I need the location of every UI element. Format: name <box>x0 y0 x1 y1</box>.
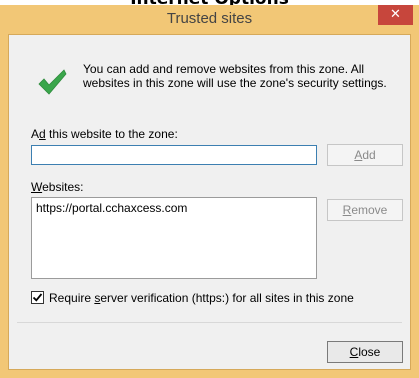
green-checkmark-icon <box>38 69 67 95</box>
require-verification-label[interactable]: Require server verification (https:) for… <box>49 291 354 305</box>
remove-button-accel: R <box>342 203 352 217</box>
add-button-rest: dd <box>362 148 376 162</box>
require-verification-label-after: erver verification (https:) for all site… <box>100 291 354 305</box>
close-icon: ✕ <box>390 7 401 22</box>
close-button[interactable]: Close <box>327 341 403 363</box>
trusted-sites-dialog: Trusted sites ✕ You can add and remove w… <box>0 5 419 378</box>
dialog-content: You can add and remove websites from thi… <box>8 34 411 370</box>
remove-button-rest: emove <box>351 203 388 217</box>
checkmark-icon <box>32 293 43 302</box>
zone-info-text: You can add and remove websites from thi… <box>83 62 387 90</box>
websites-label: Websites: <box>31 180 83 194</box>
add-website-label-rest: this website to the zone: <box>45 127 178 141</box>
websites-label-rest: ebsites: <box>42 180 84 194</box>
remove-button[interactable]: Remove <box>327 199 403 221</box>
close-window-button[interactable]: ✕ <box>378 5 413 25</box>
websites-label-accel: W <box>31 180 43 194</box>
require-verification-label-before: Require <box>49 291 95 305</box>
add-button[interactable]: Add <box>327 144 403 166</box>
websites-list[interactable]: https://portal.cchaxcess.com <box>31 197 317 279</box>
add-website-label: Ad this website to the zone: <box>31 127 178 141</box>
require-verification-checkbox[interactable] <box>31 291 44 304</box>
list-item[interactable]: https://portal.cchaxcess.com <box>36 201 187 215</box>
add-website-label-accel: d <box>39 127 46 141</box>
dialog-title: Trusted sites <box>166 10 253 27</box>
add-website-label-prefix: A <box>31 127 40 141</box>
footer-separator <box>17 322 402 323</box>
close-button-rest: lose <box>358 345 381 359</box>
title-bar[interactable]: Trusted sites ✕ <box>0 5 419 32</box>
website-input[interactable] <box>31 145 317 165</box>
